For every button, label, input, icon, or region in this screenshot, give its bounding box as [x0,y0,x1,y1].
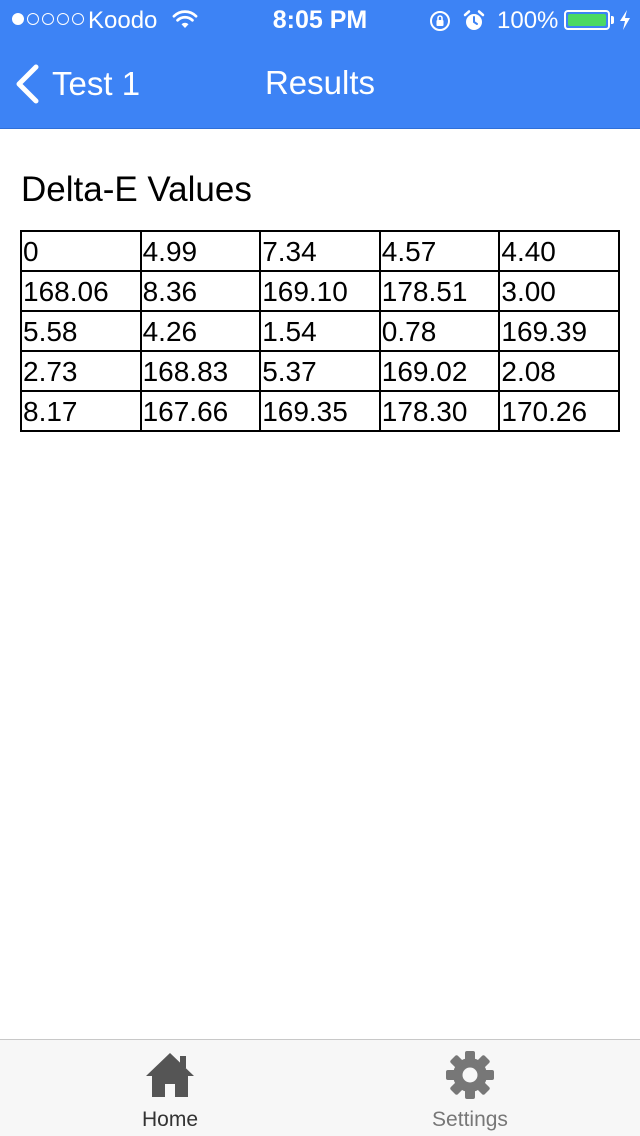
header: Koodo 8:05 PM 100% Test 1 Results [0,0,640,129]
table-cell: 169.35 [259,390,381,432]
table-cell: 4.57 [378,230,501,272]
table-cell: 169.02 [378,350,501,392]
table-cell: 170.26 [498,390,620,432]
table-cell: 169.10 [259,270,381,312]
navigation-bar: Test 1 Results [0,40,640,128]
table-cell: 3.00 [498,270,620,312]
table-cell: 169.39 [498,310,620,352]
table-cell: 2.73 [20,350,142,392]
table-cell: 178.51 [378,270,501,312]
table-cell: 4.26 [139,310,262,352]
table-cell: 4.40 [498,230,620,272]
battery-percentage: 100% [497,7,559,34]
tab-bar: Home Settings [0,1039,640,1136]
table-row: 5.58 4.26 1.54 0.78 169.39 [20,310,620,352]
table-cell: 168.06 [20,270,142,312]
battery-icon [564,10,610,30]
alarm-icon [463,10,485,30]
table-cell: 4.99 [139,230,262,272]
tab-settings-label: Settings [432,1108,508,1131]
table-row: 2.73 168.83 5.37 169.02 2.08 [20,350,620,392]
table-cell: 7.34 [259,230,381,272]
section-title: Delta-E Values [21,170,252,209]
table-row: 8.17 167.66 169.35 178.30 170.26 [20,390,620,432]
home-icon [146,1053,194,1097]
tab-settings[interactable]: Settings [370,1040,570,1136]
battery-level [568,14,606,26]
screen: Koodo 8:05 PM 100% Test 1 Results Delta-… [0,0,640,1136]
table-cell: 2.08 [498,350,620,392]
table-cell: 178.30 [378,390,501,432]
table-row: 0 4.99 7.34 4.57 4.40 [20,230,620,272]
tab-home[interactable]: Home [70,1040,270,1136]
charging-icon [620,10,630,30]
table-cell: 1.54 [259,310,381,352]
table-cell: 0.78 [378,310,501,352]
table-cell: 8.17 [20,390,142,432]
rotation-lock-icon [430,11,450,31]
page-title: Results [264,64,376,101]
table-cell: 5.58 [20,310,142,352]
table-cell: 0 [20,230,142,272]
status-bar: Koodo 8:05 PM 100% [0,0,640,40]
gear-icon [446,1051,494,1099]
table-cell: 168.83 [139,350,262,392]
table-cell: 167.66 [139,390,262,432]
tab-home-label: Home [141,1108,199,1131]
table-row: 168.06 8.36 169.10 178.51 3.00 [20,270,620,312]
table-cell: 8.36 [139,270,262,312]
delta-e-table: 0 4.99 7.34 4.57 4.40 168.06 8.36 169.10 178.51 3… [20,230,620,432]
table-cell: 5.37 [259,350,381,392]
